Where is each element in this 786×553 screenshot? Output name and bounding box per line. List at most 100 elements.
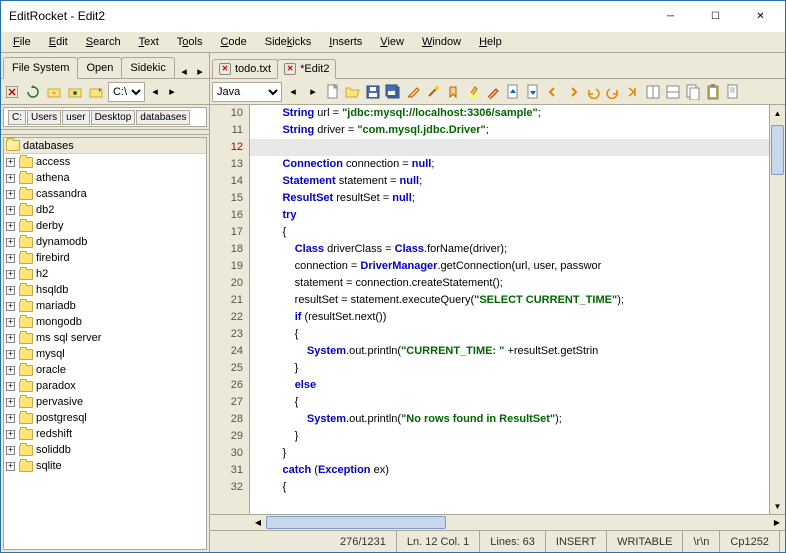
menu-search[interactable]: Search — [78, 34, 129, 50]
path-segment[interactable]: C: — [8, 110, 26, 125]
expand-icon[interactable]: + — [6, 254, 15, 263]
menu-inserts[interactable]: Inserts — [321, 34, 370, 50]
open-file-icon[interactable] — [344, 83, 362, 101]
tree-item[interactable]: +redshift — [4, 426, 206, 442]
tree-item[interactable]: +cassandra — [4, 186, 206, 202]
code-line[interactable]: { — [250, 224, 769, 241]
code-line[interactable]: catch (Exception ex) — [250, 462, 769, 479]
menu-sidekicks[interactable]: Sidekicks — [257, 34, 319, 50]
path-segment[interactable]: user — [62, 110, 89, 125]
wand-icon[interactable] — [424, 83, 442, 101]
code-line[interactable]: { — [250, 394, 769, 411]
close-tab-icon[interactable]: ✕ — [219, 63, 231, 75]
tree-item[interactable]: +access — [4, 154, 206, 170]
vertical-scrollbar[interactable]: ▲ ▼ — [769, 105, 785, 514]
menu-help[interactable]: Help — [471, 34, 510, 50]
expand-icon[interactable]: + — [6, 238, 15, 247]
tree-item[interactable]: +pervasive — [4, 394, 206, 410]
tree-item[interactable]: +mysql — [4, 346, 206, 362]
paste-icon[interactable] — [704, 83, 722, 101]
expand-icon[interactable]: + — [6, 430, 15, 439]
splitter-handle[interactable] — [1, 129, 209, 135]
tab-scroll-left-icon[interactable]: ◂ — [177, 64, 191, 78]
tab-scroll-right-icon[interactable]: ▸ — [193, 64, 207, 78]
page-icon[interactable] — [724, 83, 742, 101]
expand-icon[interactable]: + — [6, 366, 15, 375]
expand-icon[interactable]: + — [6, 302, 15, 311]
code-line[interactable]: } — [250, 445, 769, 462]
folder-up-icon[interactable] — [45, 83, 63, 101]
tree-item[interactable]: +soliddb — [4, 442, 206, 458]
path-segment[interactable]: Users — [27, 110, 61, 125]
code-line[interactable]: } — [250, 360, 769, 377]
code-line[interactable]: statement = connection.createStatement()… — [250, 275, 769, 292]
scrollbar-thumb[interactable] — [771, 125, 784, 175]
home-icon[interactable] — [66, 83, 84, 101]
close-panel-icon[interactable] — [3, 83, 21, 101]
drive-next-icon[interactable]: ▸ — [165, 85, 179, 99]
bookmark-icon[interactable] — [87, 83, 105, 101]
maximize-button[interactable]: ☐ — [693, 1, 738, 31]
expand-icon[interactable]: + — [6, 446, 15, 455]
path-segment[interactable]: Desktop — [91, 110, 136, 125]
code-line[interactable]: connection = DriverManager.getConnection… — [250, 258, 769, 275]
expand-icon[interactable]: + — [6, 286, 15, 295]
drive-select[interactable]: C:\ — [108, 82, 145, 102]
sidebar-tab-file-system[interactable]: File System — [3, 57, 78, 79]
save-icon[interactable] — [364, 83, 382, 101]
tree-root[interactable]: databases — [4, 138, 206, 154]
tree-item[interactable]: +oracle — [4, 362, 206, 378]
hsplit-icon[interactable] — [664, 83, 682, 101]
code-line[interactable]: try — [250, 207, 769, 224]
code-line[interactable]: } — [250, 428, 769, 445]
tree-item[interactable]: +dynamodb — [4, 234, 206, 250]
path-segment[interactable]: databases — [136, 110, 190, 125]
menu-tools[interactable]: Tools — [169, 34, 211, 50]
page-down-icon[interactable] — [524, 83, 542, 101]
scroll-right-icon[interactable]: ▶ — [769, 515, 785, 530]
tree-item[interactable]: +mongodb — [4, 314, 206, 330]
menu-text[interactable]: Text — [131, 34, 167, 50]
expand-icon[interactable]: + — [6, 206, 15, 215]
minimize-button[interactable]: ─ — [648, 1, 693, 31]
tree-item[interactable]: +mariadb — [4, 298, 206, 314]
copy-icon[interactable] — [684, 83, 702, 101]
undo-icon[interactable] — [584, 83, 602, 101]
editor-tab-edit2[interactable]: ✕ *Edit2 — [277, 59, 336, 79]
expand-icon[interactable]: + — [6, 462, 15, 471]
tree-item[interactable]: +ms sql server — [4, 330, 206, 346]
tree-item[interactable]: +postgresql — [4, 410, 206, 426]
file-tree[interactable]: databases+access+athena+cassandra+db2+de… — [3, 137, 207, 550]
code-line[interactable]: String url = "jdbc:mysql://localhost:330… — [250, 105, 769, 122]
scrollbar-thumb[interactable] — [266, 516, 446, 529]
code-line[interactable]: { — [250, 326, 769, 343]
tree-item[interactable]: +db2 — [4, 202, 206, 218]
expand-icon[interactable]: + — [6, 350, 15, 359]
edit-icon[interactable] — [404, 83, 422, 101]
lang-next-icon[interactable]: ▸ — [304, 83, 322, 101]
code-line[interactable]: if (resultSet.next()) — [250, 309, 769, 326]
code-line[interactable]: Connection connection = null; — [250, 156, 769, 173]
tree-item[interactable]: +firebird — [4, 250, 206, 266]
expand-icon[interactable]: + — [6, 334, 15, 343]
drive-prev-icon[interactable]: ◂ — [148, 85, 162, 99]
scroll-up-icon[interactable]: ▲ — [770, 105, 785, 121]
tree-item[interactable]: +athena — [4, 170, 206, 186]
tree-item[interactable]: +derby — [4, 218, 206, 234]
menu-file[interactable]: File — [5, 34, 39, 50]
editor-tab-todo[interactable]: ✕ todo.txt — [212, 59, 278, 78]
highlighter-icon[interactable] — [464, 83, 482, 101]
code-line[interactable]: else — [250, 377, 769, 394]
sidebar-tab-sidekicks[interactable]: Sidekic — [121, 57, 174, 78]
code-line[interactable]: System.out.println("No rows found in Res… — [250, 411, 769, 428]
expand-icon[interactable]: + — [6, 270, 15, 279]
code-line[interactable]: resultSet = statement.executeQuery("SELE… — [250, 292, 769, 309]
menu-window[interactable]: Window — [414, 34, 469, 50]
tree-item[interactable]: +h2 — [4, 266, 206, 282]
marker-icon[interactable] — [444, 83, 462, 101]
menu-edit[interactable]: Edit — [41, 34, 76, 50]
close-button[interactable]: ✕ — [738, 1, 783, 31]
code-line[interactable]: Statement statement = null; — [250, 173, 769, 190]
expand-icon[interactable]: + — [6, 318, 15, 327]
expand-icon[interactable]: + — [6, 382, 15, 391]
